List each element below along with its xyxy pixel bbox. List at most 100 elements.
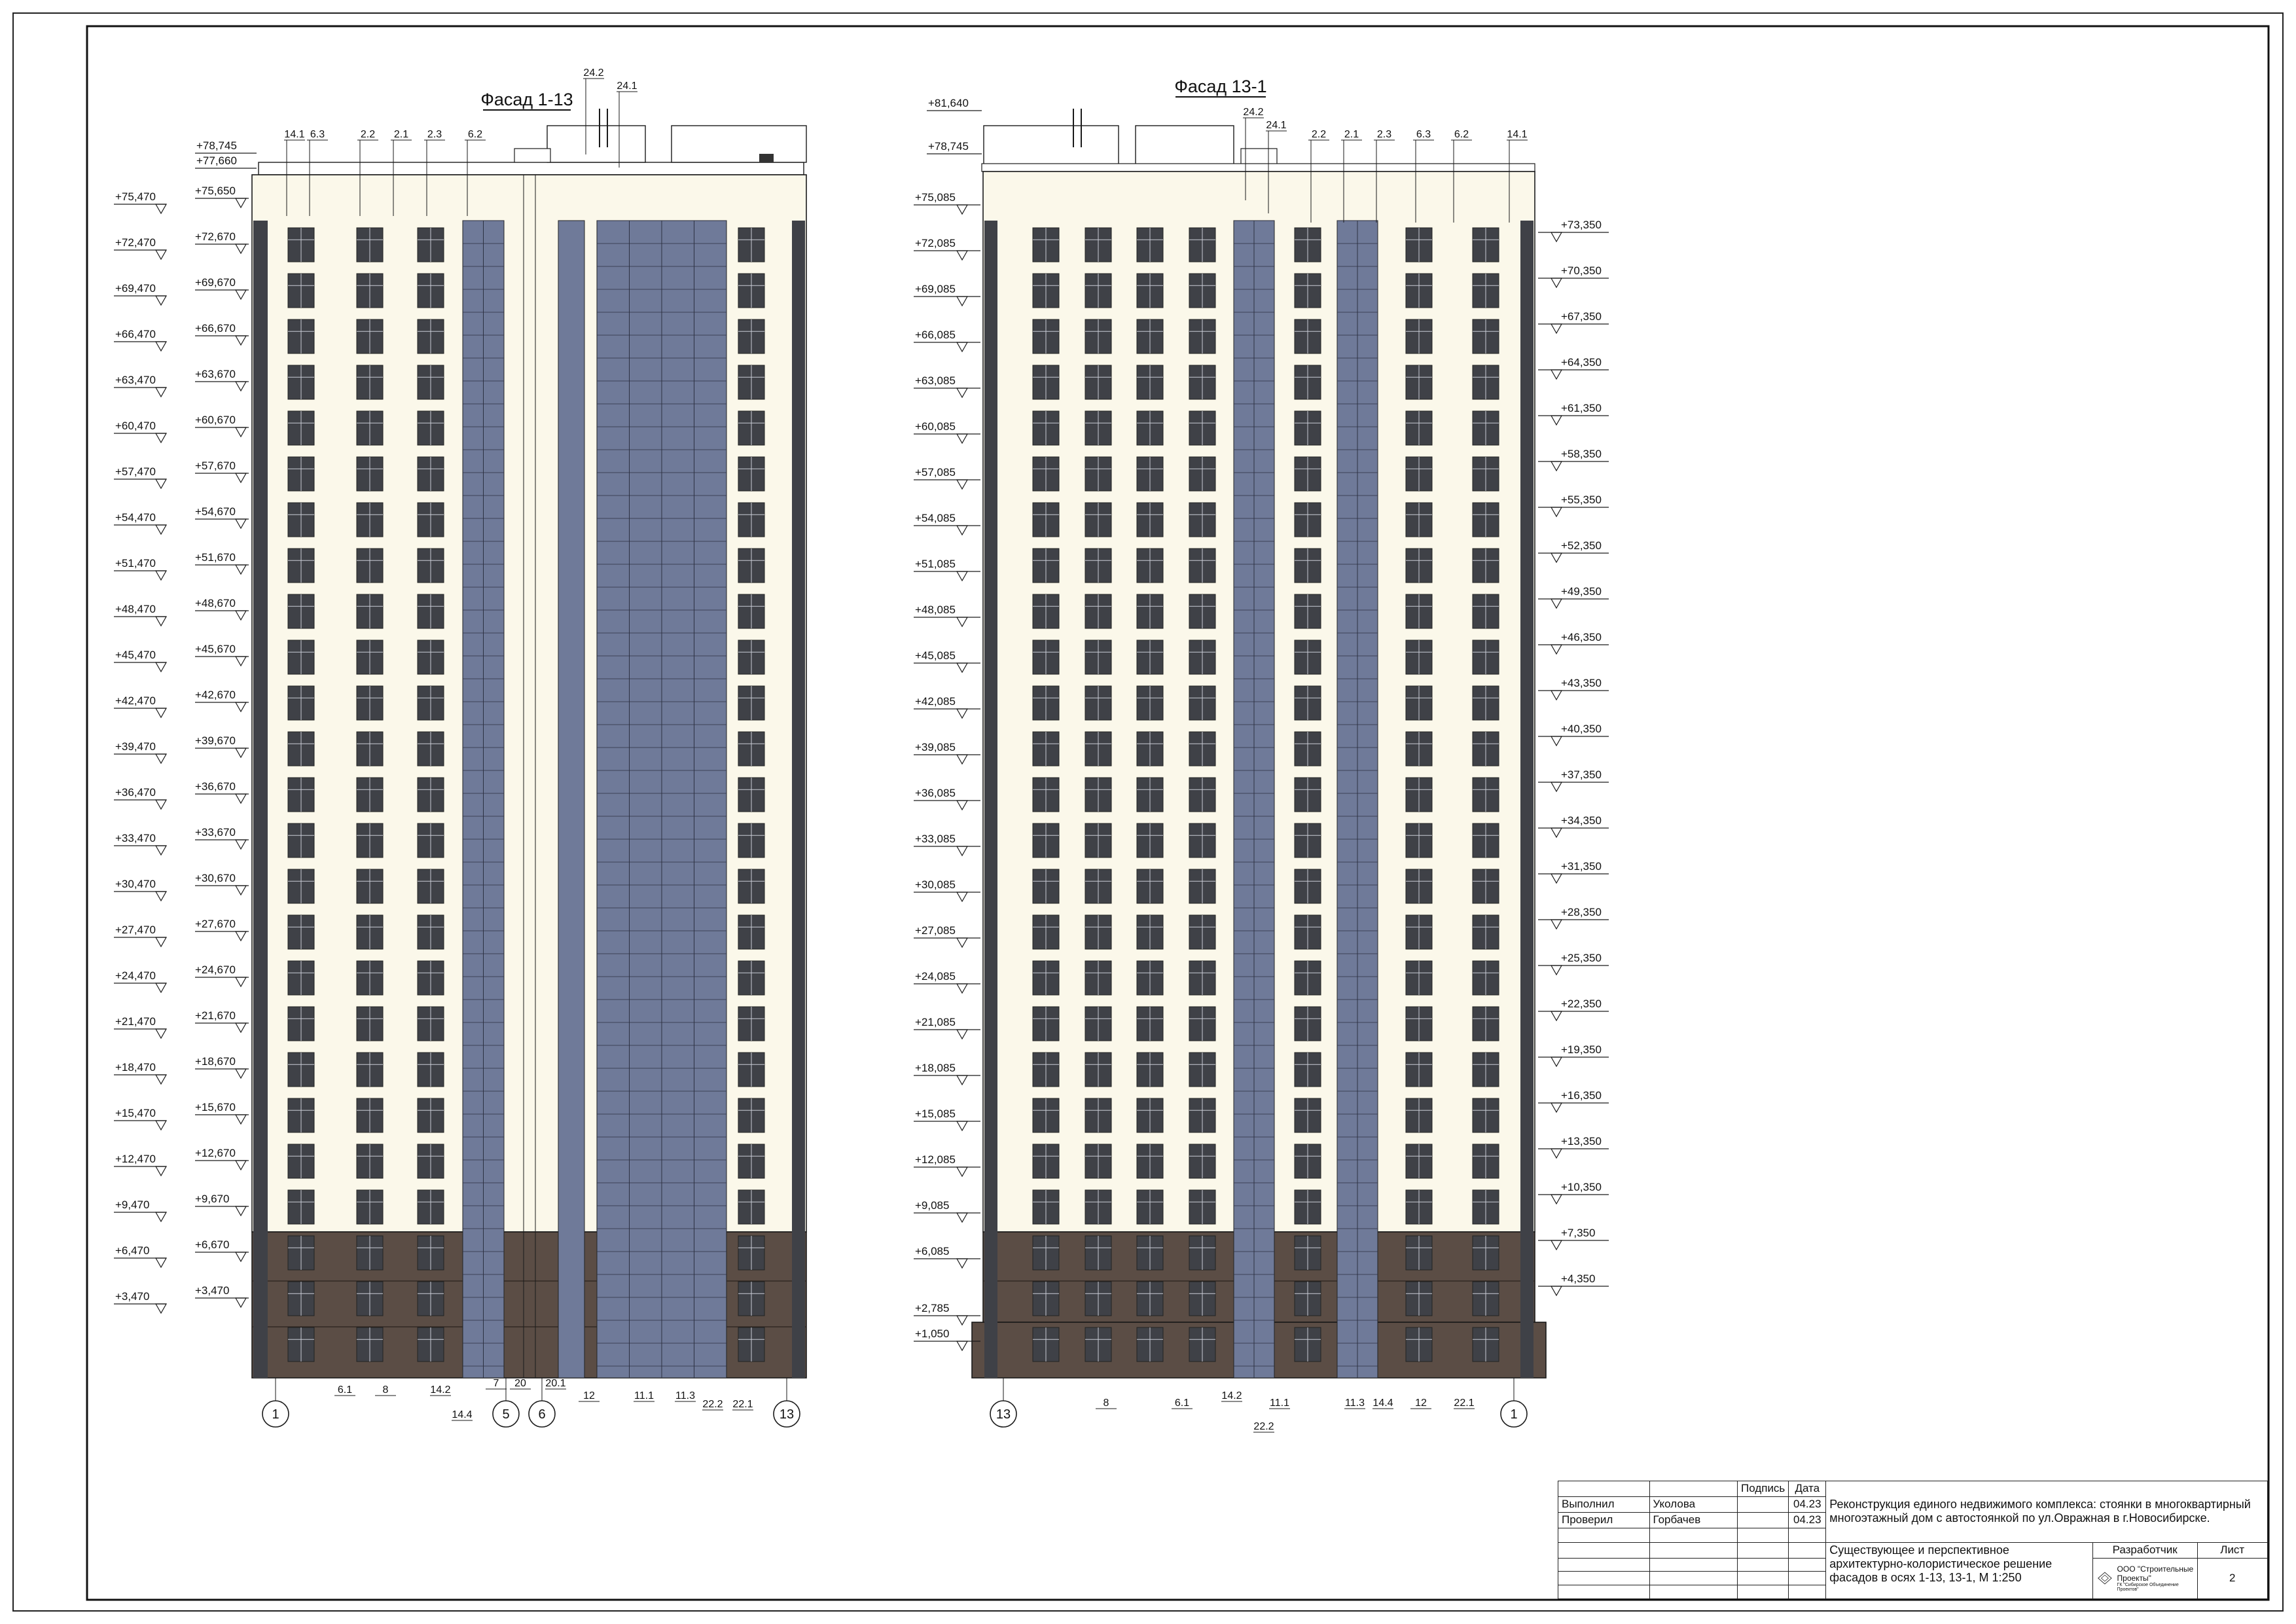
level-mark-right: +55,350 — [1561, 494, 1602, 506]
roof-level-mark: +78,745 — [196, 139, 237, 152]
callout-label: 14.4 — [1372, 1398, 1393, 1409]
tb-empty — [1558, 1481, 1650, 1497]
tb-row1-name: Уколова — [1649, 1496, 1738, 1513]
level-triangle-icon — [956, 937, 969, 948]
tb-empty — [1649, 1557, 1738, 1572]
level-triangle-icon — [956, 800, 969, 811]
roof-level-mark: +81,640 — [928, 97, 969, 109]
level-triangle-icon — [1550, 919, 1563, 930]
level-triangle-icon — [234, 702, 247, 713]
level-triangle-icon — [1550, 461, 1563, 472]
level-triangle-icon — [1550, 1148, 1563, 1159]
level-triangle-icon — [956, 1341, 969, 1352]
callout-label: 2.2 — [1312, 129, 1326, 140]
level-mark-inner: +27,670 — [195, 918, 236, 930]
tb-empty — [1558, 1527, 1650, 1543]
level-mark-left: +54,085 — [915, 512, 956, 524]
level-mark-left: +60,470 — [115, 420, 156, 432]
tb-project-name: Реконструкция единого недвижимого компле… — [1825, 1481, 2268, 1543]
axis-label: 1 — [272, 1407, 279, 1422]
level-triangle-icon — [1550, 644, 1563, 655]
level-triangle-icon — [154, 1074, 168, 1085]
level-triangle-icon — [234, 977, 247, 988]
axis-label: 1 — [1510, 1407, 1517, 1422]
roof-exit-structure — [547, 125, 646, 163]
edge-balcony-strip — [1520, 221, 1534, 1378]
callout-label: 12 — [583, 1390, 595, 1401]
level-mark-right: +46,350 — [1561, 631, 1602, 643]
level-triangle-icon — [154, 433, 168, 444]
tb-empty — [1649, 1585, 1738, 1599]
tb-empty — [1788, 1557, 1827, 1572]
level-triangle-icon — [1550, 1056, 1563, 1068]
level-triangle-icon — [956, 204, 969, 215]
level-triangle-icon — [956, 617, 969, 628]
company-logo-icon — [2097, 1572, 2112, 1585]
callout-label: 14.2 — [430, 1384, 450, 1396]
level-mark-left: +66,470 — [115, 328, 156, 340]
edge-balcony-strip — [984, 221, 997, 1378]
callout-label: 6.2 — [468, 129, 482, 140]
tb-empty — [1737, 1542, 1789, 1559]
level-triangle-icon — [956, 708, 969, 719]
level-mark-left: +75,470 — [115, 190, 156, 203]
level-mark-left: +60,085 — [915, 420, 956, 433]
callout-label: 11.3 — [1345, 1398, 1365, 1409]
tb-empty — [1649, 1481, 1738, 1497]
level-triangle-icon — [234, 1160, 247, 1171]
tb-empty — [1788, 1527, 1827, 1543]
level-triangle-icon — [956, 433, 969, 444]
axis-label: 13 — [996, 1407, 1011, 1422]
callout-label: 14.1 — [1507, 129, 1527, 140]
parapet — [981, 163, 1535, 172]
level-triangle-icon — [1550, 690, 1563, 701]
level-triangle-icon — [234, 748, 247, 759]
level-triangle-icon — [956, 846, 969, 857]
edge-balcony-strip — [792, 221, 805, 1378]
level-triangle-icon — [1550, 1011, 1563, 1022]
tb-empty — [1649, 1571, 1738, 1586]
level-triangle-icon — [154, 570, 168, 581]
callout-label: 20 — [514, 1378, 526, 1389]
callout-label: 12 — [1415, 1398, 1427, 1409]
level-mark-inner: +33,670 — [195, 826, 236, 839]
level-triangle-icon — [154, 478, 168, 490]
level-triangle-icon — [154, 753, 168, 765]
callout-label: 14.2 — [1221, 1390, 1242, 1401]
tb-sheet-number: 2 — [2197, 1557, 2269, 1600]
level-mark-right: +25,350 — [1561, 952, 1602, 964]
facade-left: +75,470 +72,470 +69,470 +66,470 +63,470 +60,4… — [114, 67, 807, 1428]
tb-row2-name: Горбачев — [1649, 1511, 1738, 1528]
level-mark-inner: +18,670 — [195, 1055, 236, 1068]
level-mark-left: +27,085 — [915, 924, 956, 937]
glass-strip — [558, 220, 585, 1379]
level-mark-inner: +12,670 — [195, 1147, 236, 1159]
level-triangle-icon — [1550, 1102, 1563, 1113]
level-mark-left: +15,085 — [915, 1108, 956, 1120]
level-mark-right: +73,350 — [1561, 219, 1602, 231]
level-mark-left: +75,085 — [915, 191, 956, 204]
company-subtitle: ГК "Сибирское Объединение Проектов" — [2117, 1583, 2179, 1593]
tb-developer-label: Разработчик — [2092, 1542, 2198, 1559]
level-mark-right: +28,350 — [1561, 906, 1602, 918]
level-mark-left: +63,085 — [915, 374, 956, 387]
level-mark-left: +18,085 — [915, 1062, 956, 1074]
level-mark-right: +52,350 — [1561, 539, 1602, 552]
tb-row1-date: 04.23 — [1788, 1496, 1827, 1513]
level-mark-inner: +48,670 — [195, 597, 236, 609]
level-mark-right: +64,350 — [1561, 356, 1602, 369]
level-mark-right: +34,350 — [1561, 814, 1602, 827]
level-triangle-icon — [956, 1315, 969, 1326]
level-mark-left: +2,785 — [915, 1302, 949, 1314]
level-mark-left: +36,085 — [915, 787, 956, 799]
tb-empty — [1788, 1571, 1827, 1586]
level-mark-left: +1,050 — [915, 1327, 949, 1340]
callout-label: 24.2 — [583, 67, 603, 79]
level-mark-inner: +57,670 — [195, 460, 236, 472]
level-mark-left: +3,470 — [115, 1290, 149, 1303]
level-mark-right: +43,350 — [1561, 677, 1602, 689]
roof-level-mark: +77,660 — [196, 154, 237, 167]
title-block: Подпись Дата Реконструкция единого недви… — [1558, 1481, 2269, 1600]
level-triangle-icon — [154, 1120, 168, 1131]
level-mark-left: +54,470 — [115, 511, 156, 524]
